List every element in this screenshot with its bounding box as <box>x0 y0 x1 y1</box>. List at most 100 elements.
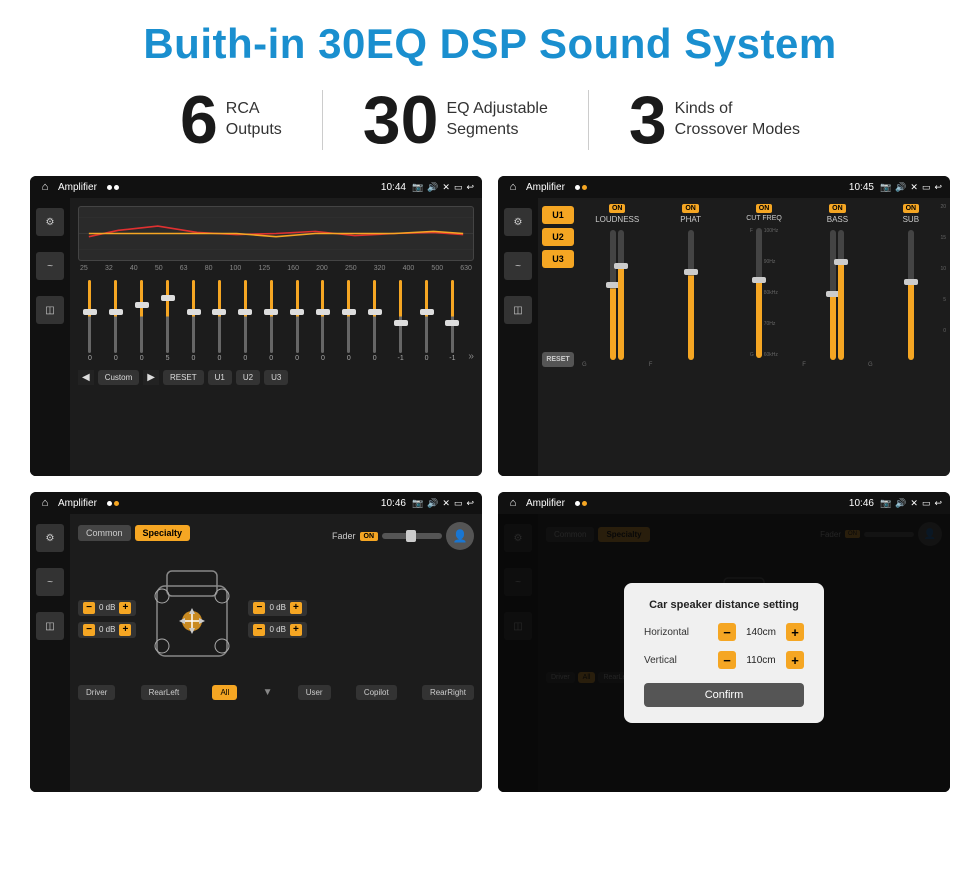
prev-preset-btn[interactable]: ◀ <box>78 370 94 385</box>
copilot-btn[interactable]: Copilot <box>356 685 397 700</box>
reset-btn-1[interactable]: RESET <box>163 370 204 385</box>
home-icon-4[interactable]: ⌂ <box>506 496 520 510</box>
stat-label-eq: EQ AdjustableSegments <box>446 99 547 141</box>
confirm-button[interactable]: Confirm <box>644 683 804 707</box>
speaker-btn-3[interactable]: ◫ <box>36 612 64 640</box>
fader-slider[interactable] <box>382 533 442 539</box>
slider-thumb-2 <box>109 309 123 315</box>
next-preset-btn[interactable]: ▶ <box>143 370 159 385</box>
eq-slider-1[interactable]: 0 <box>78 280 102 362</box>
wave-btn-2[interactable]: ~ <box>504 252 532 280</box>
eq-sliders-row: 0 0 0 5 <box>78 276 474 366</box>
u2-btn[interactable]: U2 <box>236 370 260 385</box>
eq-filter-btn-3[interactable]: ⚙ <box>36 524 64 552</box>
vertical-minus-btn[interactable]: − <box>718 651 736 669</box>
on-badge-phat: ON <box>682 204 699 213</box>
eq-filter-btn[interactable]: ⚙ <box>36 208 64 236</box>
cutfreq-sl[interactable] <box>756 228 762 358</box>
status-icons-4: 📷 🔊 ✕ ▭ ↩ <box>880 498 942 509</box>
sub-thumb <box>904 279 918 285</box>
rearleft-btn[interactable]: RearLeft <box>141 685 188 700</box>
lr-plus[interactable]: + <box>119 624 131 636</box>
lf-plus[interactable]: + <box>119 602 131 614</box>
eq-filter-btn-2[interactable]: ⚙ <box>504 208 532 236</box>
rr-plus[interactable]: + <box>290 624 302 636</box>
car-layout: − 0 dB + − 0 dB + <box>78 556 474 681</box>
horizontal-minus-btn[interactable]: − <box>718 623 736 641</box>
custom-preset-btn[interactable]: Custom <box>98 370 140 385</box>
bass-sl-1[interactable] <box>830 230 836 360</box>
u2-preset[interactable]: U2 <box>542 228 574 246</box>
on-badge-cutfreq: ON <box>756 204 773 213</box>
loudness-sl-2[interactable] <box>618 230 624 360</box>
eq-slider-8[interactable]: 0 <box>259 280 283 362</box>
rearright-btn[interactable]: RearRight <box>422 685 474 700</box>
lr-minus[interactable]: − <box>83 624 95 636</box>
preset-panel: U1 U2 U3 RESET <box>538 198 578 476</box>
eq-slider-14[interactable]: 0 <box>415 280 439 362</box>
eq-slider-10[interactable]: 0 <box>311 280 335 362</box>
cutfreq-th <box>752 277 766 283</box>
wave-btn-3[interactable]: ~ <box>36 568 64 596</box>
x-icon: ✕ <box>442 182 450 193</box>
eq-slider-11[interactable]: 0 <box>337 280 361 362</box>
rf-minus[interactable]: − <box>253 602 265 614</box>
freq-50: 50 <box>155 265 163 272</box>
user-btn[interactable]: User <box>298 685 331 700</box>
all-btn[interactable]: All <box>212 685 237 700</box>
reset-preset[interactable]: RESET <box>542 352 574 367</box>
wave-btn[interactable]: ~ <box>36 252 64 280</box>
home-icon-2[interactable]: ⌂ <box>506 180 520 194</box>
loudness-sl-1[interactable] <box>610 230 616 360</box>
home-icon[interactable]: ⌂ <box>38 180 52 194</box>
sub-scale: 20 15 10 5 0 <box>940 204 946 334</box>
slider-val-8: 0 <box>269 355 273 362</box>
vertical-plus-btn[interactable]: + <box>786 651 804 669</box>
speaker-btn-2[interactable]: ◫ <box>504 296 532 324</box>
ch-bass: ON BASS F G <box>802 204 872 470</box>
eq-slider-5[interactable]: 0 <box>182 280 206 362</box>
eq-slider-12[interactable]: 0 <box>363 280 387 362</box>
eq-slider-13[interactable]: -1 <box>389 280 413 362</box>
u1-btn[interactable]: U1 <box>208 370 232 385</box>
eq-slider-15[interactable]: -1 <box>440 280 464 362</box>
slider-thumb-11 <box>342 309 356 315</box>
eq-slider-7[interactable]: 0 <box>233 280 257 362</box>
driver-btn[interactable]: Driver <box>78 685 115 700</box>
rr-minus[interactable]: − <box>253 624 265 636</box>
slider-thumb-6 <box>212 309 226 315</box>
horizontal-plus-btn[interactable]: + <box>786 623 804 641</box>
eq-slider-2[interactable]: 0 <box>104 280 128 362</box>
u3-btn[interactable]: U3 <box>264 370 288 385</box>
slider-track-3 <box>140 280 143 353</box>
xover-top-row: Common Specialty Fader ON 👤 <box>78 522 474 550</box>
eq-slider-3[interactable]: 0 <box>130 280 154 362</box>
slider-val-12: 0 <box>373 355 377 362</box>
eq-slider-9[interactable]: 0 <box>285 280 309 362</box>
fader-label: Fader <box>332 531 356 541</box>
screen2-content: ⚙ ~ ◫ U1 U2 U3 RESET ON LOUDNESS <box>498 198 950 476</box>
rf-plus[interactable]: + <box>290 602 302 614</box>
horizontal-row: Horizontal − 140cm + <box>644 623 804 641</box>
page-title: Buith-in 30EQ DSP Sound System <box>30 20 950 68</box>
distance-modal-overlay: Car speaker distance setting Horizontal … <box>498 514 950 792</box>
phat-slider[interactable] <box>688 230 694 360</box>
screen1-content: ⚙ ~ ◫ <box>30 198 482 476</box>
eq-slider-6[interactable]: 0 <box>207 280 231 362</box>
screen-distance: ⌂ Amplifier 10:46 📷 🔊 ✕ ▭ ↩ ⚙ <box>498 492 950 792</box>
tab-common[interactable]: Common <box>78 525 131 541</box>
tab-specialty[interactable]: Specialty <box>135 525 191 541</box>
speaker-btn[interactable]: ◫ <box>36 296 64 324</box>
u3-preset[interactable]: U3 <box>542 250 574 268</box>
eq-slider-4[interactable]: 5 <box>156 280 180 362</box>
slider-val-3: 0 <box>140 355 144 362</box>
screen-crossover: ⌂ Amplifier 10:46 📷 🔊 ✕ ▭ ↩ ⚙ ~ <box>30 492 482 792</box>
home-icon-3[interactable]: ⌂ <box>38 496 52 510</box>
lf-minus[interactable]: − <box>83 602 95 614</box>
u1-preset[interactable]: U1 <box>542 206 574 224</box>
sub-slider[interactable] <box>908 230 914 360</box>
eq-main: 25 32 40 50 63 80 100 125 160 200 250 32… <box>70 198 482 476</box>
bass-sl-2[interactable] <box>838 230 844 360</box>
slider-thumb-5 <box>187 309 201 315</box>
vertical-label: Vertical <box>644 655 677 666</box>
